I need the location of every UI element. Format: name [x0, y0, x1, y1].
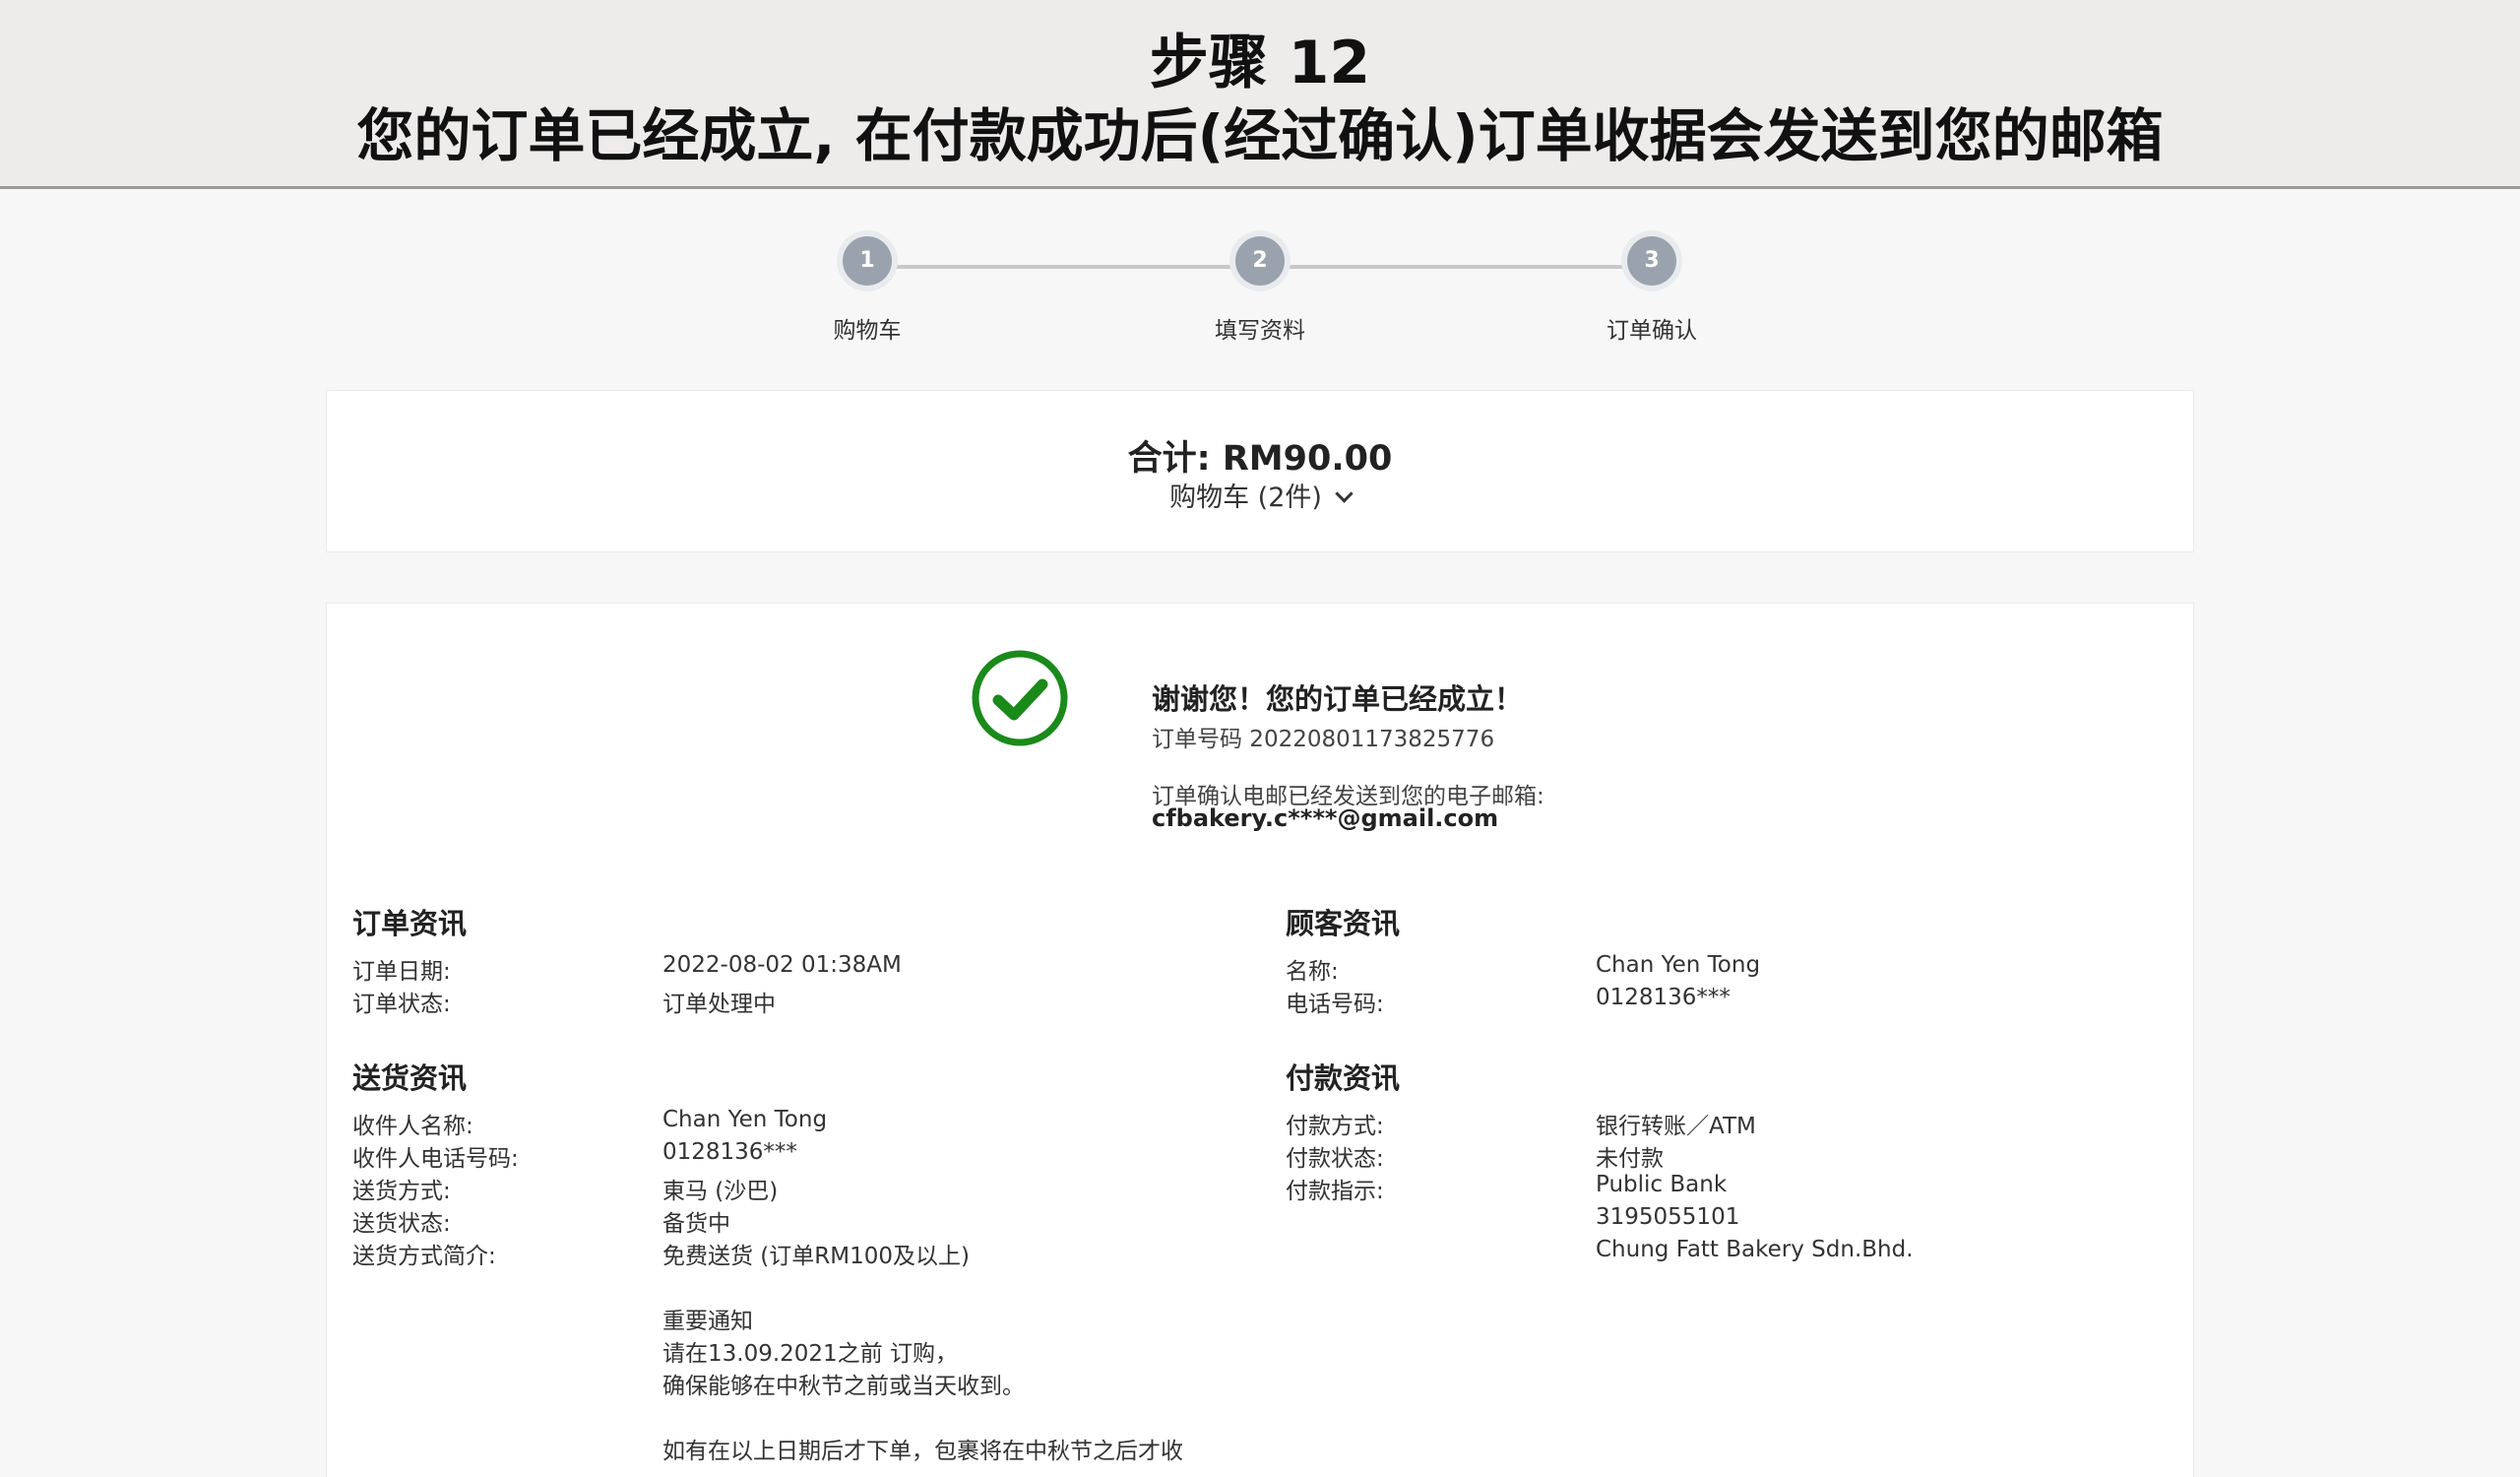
- payment-info-title: 付款资讯: [1286, 1061, 1401, 1095]
- customer-info-title: 顾客资讯: [1286, 907, 1401, 940]
- thank-you-message: 谢谢您！您的订单已经成立！: [1152, 682, 1524, 716]
- step-1-label: 购物车: [833, 318, 902, 344]
- payment-method-label: 付款方式:: [1286, 1114, 1384, 1139]
- order-date-label: 订单日期:: [352, 959, 451, 985]
- order-date-value: 2022-08-02 01:38AM: [662, 952, 902, 978]
- bank-account-number: 3195055101: [1596, 1204, 1740, 1230]
- order-status-value: 订单处理中: [662, 992, 776, 1017]
- bank-account-holder: Chung Fatt Bakery Sdn.Bhd.: [1596, 1237, 1914, 1262]
- step-heading: 步骤 12: [1149, 29, 1371, 97]
- payment-method-value: 银行转账／ATM: [1596, 1114, 1756, 1139]
- delivery-description-label: 送货方式简介:: [352, 1244, 496, 1269]
- delivery-status-label: 送货状态:: [352, 1211, 451, 1237]
- notice-heading: 重要通知: [662, 1309, 753, 1334]
- customer-phone-value: 0128136***: [1596, 985, 1731, 1010]
- cart-dropdown-toggle[interactable]: 购物车 (2件): [327, 476, 2193, 514]
- recipient-name-label: 收件人名称:: [352, 1114, 473, 1139]
- notice-line: 请在13.09.2021之前 订购，: [662, 1341, 958, 1367]
- customer-name-label: 名称:: [1286, 959, 1339, 985]
- step-3-circle: 3: [1627, 236, 1676, 286]
- delivery-method-value: 東马 (沙巴): [662, 1179, 779, 1204]
- step-description: 您的订单已经成立, 在付款成功后(经过确认)订单收据会发送到您的邮箱: [356, 102, 2164, 169]
- checkout-stepper: 1 购物车 2 填写资料 3 订单确认: [0, 236, 2520, 354]
- step-3-label: 订单确认: [1606, 318, 1697, 344]
- stepper-connector: [1260, 265, 1652, 269]
- delivery-description-value: 免费送货 (订单RM100及以上): [662, 1244, 970, 1269]
- order-total: 合计: RM90.00: [1127, 439, 1393, 479]
- step-1-circle: 1: [843, 236, 892, 286]
- delivery-info-title: 送货资讯: [352, 1061, 468, 1095]
- order-summary-card: 合计: RM90.00 购物车 (2件): [326, 390, 2194, 552]
- recipient-phone-label: 收件人电话号码:: [352, 1146, 519, 1172]
- notice-line: 确保能够在中秋节之前或当天收到。: [662, 1374, 1025, 1399]
- step-2-label: 填写资料: [1215, 318, 1305, 344]
- order-number: 订单号码 20220801173825776: [1152, 727, 1495, 752]
- payment-status-label: 付款状态:: [1286, 1146, 1384, 1172]
- delivery-status-value: 备货中: [662, 1211, 730, 1237]
- step-2-circle: 2: [1235, 236, 1285, 286]
- customer-phone-label: 电话号码:: [1286, 992, 1384, 1017]
- stepper-connector: [866, 265, 1260, 269]
- notice-line: 如有在以上日期后才下单，包裹将在中秋节之后才收: [662, 1439, 1183, 1464]
- payment-instructions-label: 付款指示:: [1286, 1179, 1384, 1204]
- recipient-phone-value: 0128136***: [662, 1139, 797, 1165]
- order-status-label: 订单状态:: [352, 992, 451, 1017]
- customer-name-value: Chan Yen Tong: [1596, 952, 1761, 978]
- chevron-down-icon: [1335, 484, 1354, 503]
- check-circle-icon: [972, 650, 1068, 746]
- customer-email: cfbakery.c****@gmail.com: [1152, 804, 1499, 832]
- order-confirmation-card: 谢谢您！您的订单已经成立！ 订单号码 20220801173825776 订单确…: [326, 603, 2194, 1477]
- bank-name-value: Public Bank: [1596, 1172, 1728, 1197]
- recipient-name-value: Chan Yen Tong: [662, 1107, 828, 1132]
- cart-count-label: 购物车 (2件): [1169, 482, 1322, 513]
- instruction-banner: 步骤 12 您的订单已经成立, 在付款成功后(经过确认)订单收据会发送到您的邮箱: [0, 0, 2520, 189]
- order-info-title: 订单资讯: [352, 907, 468, 940]
- payment-status-value: 未付款: [1596, 1146, 1664, 1172]
- delivery-method-label: 送货方式:: [352, 1179, 451, 1204]
